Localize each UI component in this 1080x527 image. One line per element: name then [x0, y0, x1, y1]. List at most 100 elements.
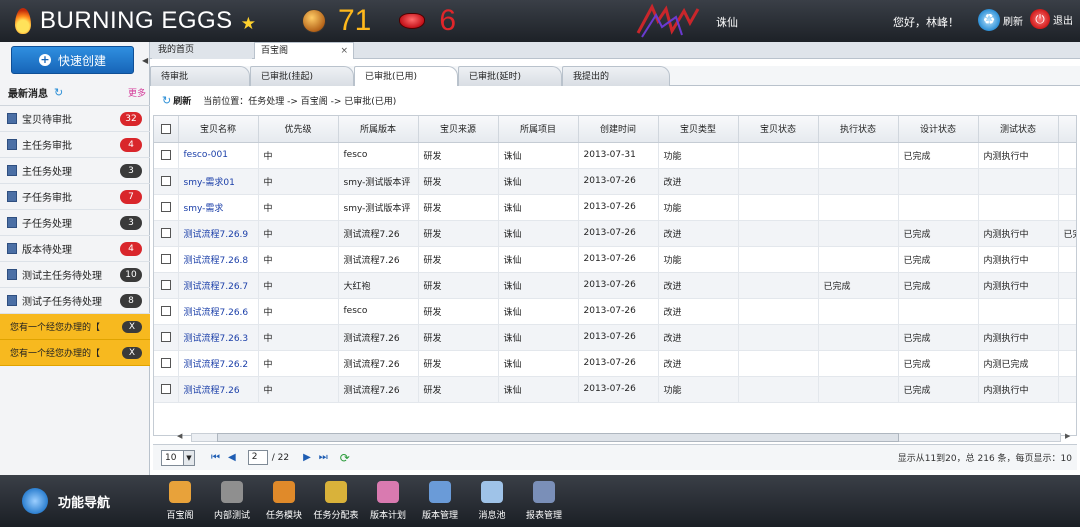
item-name-link[interactable]: 测试流程7.26.2: [178, 350, 259, 377]
news-item[interactable]: 版本待处理 4: [0, 236, 150, 262]
checkbox[interactable]: [160, 253, 171, 264]
bottom-nav-item[interactable]: 报表管理: [519, 481, 569, 521]
table-row[interactable]: 测试流程7.26 中测试流程7.26 研发 诛仙 2013-07-26 功能 已完成 内测执行…: [154, 376, 1076, 403]
row-checkbox-cell[interactable]: [154, 376, 179, 403]
news-item[interactable]: 子任务审批 7: [0, 184, 150, 210]
logout-button[interactable]: ⏻ 退出: [1030, 9, 1073, 29]
column-header[interactable]: 测试状态: [978, 116, 1059, 143]
checkbox[interactable]: [160, 279, 171, 290]
column-header[interactable]: 宝贝类型: [658, 116, 739, 143]
table-row[interactable]: smy-需求中 smy-测试版本评 研发 诛仙 2013-07-26 功能: [154, 194, 1076, 221]
refresh-button[interactable]: ♻ 刷新: [978, 9, 1023, 31]
subtab-approved-delayed[interactable]: 已审批(延时): [458, 66, 562, 86]
scroll-thumb[interactable]: [217, 433, 899, 442]
table-row[interactable]: 测试流程7.26.9 中测试流程7.26 研发 诛仙 2013-07-26 改进 已完成 内测…: [154, 220, 1076, 247]
table-row[interactable]: 测试流程7.26.2 中测试流程7.26 研发 诛仙 2013-07-26 改进 已完成 内测…: [154, 350, 1076, 377]
news-item[interactable]: 宝贝待审批 32: [0, 106, 150, 132]
row-checkbox-cell[interactable]: [154, 298, 179, 325]
feature-nav[interactable]: 功能导航: [0, 475, 150, 527]
checkbox[interactable]: [160, 305, 171, 316]
refresh-icon[interactable]: ↻: [162, 94, 171, 107]
collapse-sidebar-icon[interactable]: ◀: [142, 56, 148, 65]
subtab-approved-suspended[interactable]: 已审批(挂起): [250, 66, 354, 86]
page-size-select[interactable]: 10 ▼: [161, 449, 195, 466]
news-item[interactable]: 测试主任务待处理 10: [0, 262, 150, 288]
column-header[interactable]: [1058, 116, 1076, 143]
news-refresh-icon[interactable]: ↻: [54, 86, 63, 99]
table-row[interactable]: 测试流程7.26.7 中大红袍 研发 诛仙 2013-07-26 改进 已完成 已完成 内测执行…: [154, 272, 1076, 299]
table-row[interactable]: 测试流程7.26.8 中测试流程7.26 研发 诛仙 2013-07-26 功能 已完成 内测…: [154, 246, 1076, 273]
row-checkbox-cell[interactable]: [154, 220, 179, 247]
bottom-nav-item[interactable]: 版本管理: [415, 481, 465, 521]
prev-page-icon[interactable]: ◀: [228, 452, 236, 463]
reload-icon[interactable]: ⟳: [340, 451, 350, 465]
horizontal-scrollbar[interactable]: ◀ ▶: [177, 431, 1077, 443]
checkbox[interactable]: [160, 357, 171, 368]
checkbox[interactable]: [160, 175, 171, 186]
column-header[interactable]: 设计状态: [898, 116, 979, 143]
notice-item[interactable]: 您有一个经您办理的【 X: [0, 314, 150, 340]
quick-create-button[interactable]: + 快速创建: [11, 46, 134, 74]
notice-close-button[interactable]: X: [122, 346, 142, 359]
checkbox[interactable]: [160, 201, 171, 212]
bottom-nav-item[interactable]: 内部测试: [207, 481, 257, 521]
column-header[interactable]: 所属项目: [498, 116, 579, 143]
item-name-link[interactable]: smy-需求01: [178, 168, 259, 195]
tab-home[interactable]: 我的首页: [152, 42, 252, 59]
column-header[interactable]: 宝贝来源: [418, 116, 499, 143]
close-tab-icon[interactable]: ×: [340, 43, 348, 60]
item-name-link[interactable]: 测试流程7.26.3: [178, 324, 259, 351]
subtab-approved-used[interactable]: 已审批(已用): [354, 66, 458, 86]
item-name-link[interactable]: 测试流程7.26.9: [178, 220, 259, 247]
news-item[interactable]: 主任务处理 3: [0, 158, 150, 184]
bottom-nav-item[interactable]: 版本计划: [363, 481, 413, 521]
notice-close-button[interactable]: X: [122, 320, 142, 333]
first-page-icon[interactable]: ⏮: [211, 452, 220, 463]
column-header[interactable]: 宝贝名称: [178, 116, 259, 143]
checkbox[interactable]: [160, 123, 171, 134]
page-number-input[interactable]: 2: [247, 450, 268, 465]
grid-refresh-button[interactable]: 刷新: [173, 94, 191, 107]
select-all-checkbox[interactable]: [154, 116, 179, 143]
row-checkbox-cell[interactable]: [154, 324, 179, 351]
row-checkbox-cell[interactable]: [154, 168, 179, 195]
table-row[interactable]: 测试流程7.26.3 中测试流程7.26 研发 诛仙 2013-07-26 改进 已完成 内测…: [154, 324, 1076, 351]
checkbox[interactable]: [160, 331, 171, 342]
item-name-link[interactable]: smy-需求: [178, 194, 259, 221]
row-checkbox-cell[interactable]: [154, 350, 179, 377]
last-page-icon[interactable]: ⏭: [319, 452, 328, 463]
row-checkbox-cell[interactable]: [154, 194, 179, 221]
news-more-link[interactable]: 更多: [128, 86, 146, 99]
item-name-link[interactable]: fesco-001: [178, 142, 259, 169]
bottom-nav-item[interactable]: 任务模块: [259, 481, 309, 521]
table-row[interactable]: fesco-001 中 fesco 研发 诛仙 2013-07-31 功能 已完成 内测执行中: [154, 142, 1076, 169]
bottom-nav-item[interactable]: 消息池: [467, 481, 517, 521]
column-header[interactable]: 优先级: [258, 116, 339, 143]
checkbox[interactable]: [160, 149, 171, 160]
item-name-link[interactable]: 测试流程7.26.8: [178, 246, 259, 273]
notice-item[interactable]: 您有一个经您办理的【 X: [0, 340, 150, 366]
tab-treasure[interactable]: 百宝阁 ×: [254, 42, 354, 59]
news-item[interactable]: 子任务处理 3: [0, 210, 150, 236]
checkbox[interactable]: [160, 383, 171, 394]
bottom-nav-item[interactable]: 任务分配表: [311, 481, 361, 521]
news-item[interactable]: 测试子任务待处理 8: [0, 288, 150, 314]
column-header[interactable]: 创建时间: [578, 116, 659, 143]
row-checkbox-cell[interactable]: [154, 142, 179, 169]
next-page-icon[interactable]: ▶: [303, 452, 311, 463]
scroll-right-icon[interactable]: ▶: [1065, 432, 1070, 440]
row-checkbox-cell[interactable]: [154, 272, 179, 299]
scroll-left-icon[interactable]: ◀: [177, 432, 182, 440]
checkbox[interactable]: [160, 227, 171, 238]
table-row[interactable]: smy-需求01 中 smy-测试版本评 研发 诛仙 2013-07-26 改进: [154, 168, 1076, 195]
table-row[interactable]: 测试流程7.26.6 中 fesco 研发 诛仙 2013-07-26 改进: [154, 298, 1076, 325]
column-header[interactable]: 宝贝状态: [738, 116, 819, 143]
item-name-link[interactable]: 测试流程7.26.6: [178, 298, 259, 325]
row-checkbox-cell[interactable]: [154, 246, 179, 273]
news-item[interactable]: 主任务审批 4: [0, 132, 150, 158]
bottom-nav-item[interactable]: 百宝阁: [155, 481, 205, 521]
column-header[interactable]: 执行状态: [818, 116, 899, 143]
item-name-link[interactable]: 测试流程7.26: [178, 376, 259, 403]
subtab-mine[interactable]: 我提出的: [562, 66, 670, 86]
item-name-link[interactable]: 测试流程7.26.7: [178, 272, 259, 299]
